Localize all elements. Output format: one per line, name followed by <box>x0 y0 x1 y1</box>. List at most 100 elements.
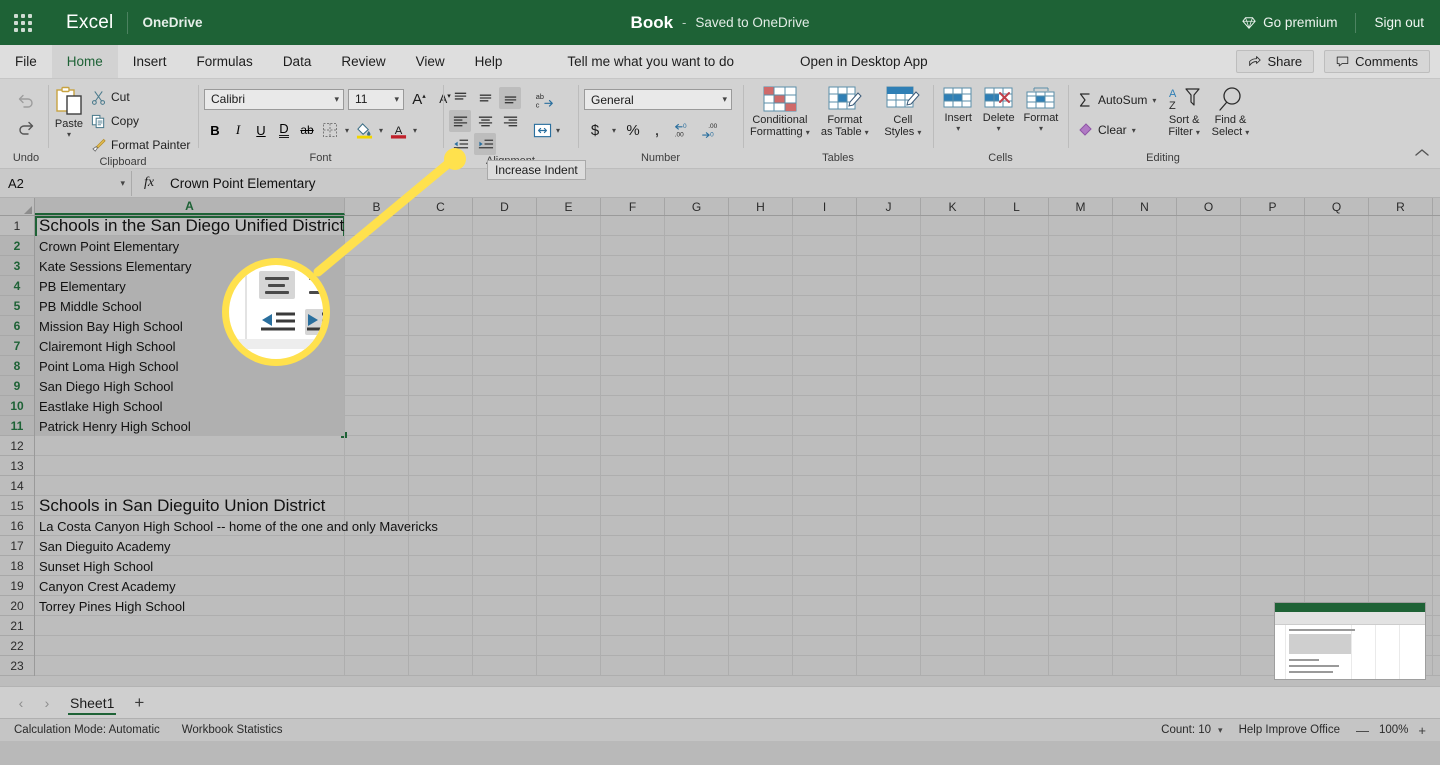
cell-H19[interactable] <box>729 576 793 596</box>
cell-E10[interactable] <box>537 396 601 416</box>
cell-G5[interactable] <box>665 296 729 316</box>
workbook-statistics-button[interactable]: Workbook Statistics <box>182 724 283 736</box>
cell-L12[interactable] <box>985 436 1049 456</box>
cell-A3[interactable]: Kate Sessions Elementary <box>35 256 345 276</box>
cell-O14[interactable] <box>1177 476 1241 496</box>
cell-D15[interactable] <box>473 496 537 516</box>
cell-E5[interactable] <box>537 296 601 316</box>
cell-I23[interactable] <box>793 656 857 676</box>
cell-R19[interactable] <box>1369 576 1433 596</box>
format-as-table-button[interactable]: Format as Table ▾ <box>817 83 873 138</box>
font-color-button[interactable]: A <box>387 119 409 141</box>
cell-E1[interactable] <box>537 216 601 236</box>
cell-O8[interactable] <box>1177 356 1241 376</box>
cell-D20[interactable] <box>473 596 537 616</box>
row-header-19[interactable]: 19 <box>0 576 34 596</box>
cell-D7[interactable] <box>473 336 537 356</box>
cell-Q1[interactable] <box>1305 216 1369 236</box>
count-chevron-down-icon[interactable]: ▾ <box>1218 725 1223 736</box>
cell-Q2[interactable] <box>1305 236 1369 256</box>
row-header-5[interactable]: 5 <box>0 296 34 316</box>
cell-K17[interactable] <box>921 536 985 556</box>
cell-F14[interactable] <box>601 476 665 496</box>
tab-home[interactable]: Home <box>51 45 118 78</box>
cell-E15[interactable] <box>537 496 601 516</box>
cell-M16[interactable] <box>1049 516 1113 536</box>
cell-B3[interactable] <box>345 256 409 276</box>
cell-M21[interactable] <box>1049 616 1113 636</box>
cell-G3[interactable] <box>665 256 729 276</box>
cell-M15[interactable] <box>1049 496 1113 516</box>
font-name-select[interactable]: Calibri ▾ <box>204 88 344 110</box>
cell-R17[interactable] <box>1369 536 1433 556</box>
cell-M23[interactable] <box>1049 656 1113 676</box>
tab-view[interactable]: View <box>401 45 460 78</box>
cell-L4[interactable] <box>985 276 1049 296</box>
cell-B13[interactable] <box>345 456 409 476</box>
cell-I21[interactable] <box>793 616 857 636</box>
column-header-P[interactable]: P <box>1241 198 1305 215</box>
conditional-formatting-button[interactable]: Conditional Formatting ▾ <box>749 83 811 138</box>
cell-O4[interactable] <box>1177 276 1241 296</box>
cell-D18[interactable] <box>473 556 537 576</box>
cell-O18[interactable] <box>1177 556 1241 576</box>
cell-K20[interactable] <box>921 596 985 616</box>
cell-D17[interactable] <box>473 536 537 556</box>
cell-D6[interactable] <box>473 316 537 336</box>
cell-B19[interactable] <box>345 576 409 596</box>
cell-K9[interactable] <box>921 376 985 396</box>
cell-I1[interactable] <box>793 216 857 236</box>
cell-Q16[interactable] <box>1305 516 1369 536</box>
cell-E22[interactable] <box>537 636 601 656</box>
column-header-Q[interactable]: Q <box>1305 198 1369 215</box>
row-header-8[interactable]: 8 <box>0 356 34 376</box>
align-left-button[interactable] <box>449 110 471 132</box>
cell-M19[interactable] <box>1049 576 1113 596</box>
cell-R6[interactable] <box>1369 316 1433 336</box>
cell-R9[interactable] <box>1369 376 1433 396</box>
cell-C3[interactable] <box>409 256 473 276</box>
cell-J6[interactable] <box>857 316 921 336</box>
cell-H12[interactable] <box>729 436 793 456</box>
cell-H3[interactable] <box>729 256 793 276</box>
cell-R13[interactable] <box>1369 456 1433 476</box>
cell-F21[interactable] <box>601 616 665 636</box>
cell-J2[interactable] <box>857 236 921 256</box>
tab-data[interactable]: Data <box>268 45 327 78</box>
cell-E17[interactable] <box>537 536 601 556</box>
cell-R7[interactable] <box>1369 336 1433 356</box>
cell-C12[interactable] <box>409 436 473 456</box>
column-header-J[interactable]: J <box>857 198 921 215</box>
cell-F7[interactable] <box>601 336 665 356</box>
cell-P4[interactable] <box>1241 276 1305 296</box>
tab-file[interactable]: File <box>0 45 52 78</box>
row-header-3[interactable]: 3 <box>0 256 34 276</box>
fill-color-chevron-down-icon[interactable]: ▾ <box>376 126 386 134</box>
cell-F6[interactable] <box>601 316 665 336</box>
cell-H11[interactable] <box>729 416 793 436</box>
autosum-button[interactable]: AutoSum ▾ <box>1074 89 1159 111</box>
cell-Q17[interactable] <box>1305 536 1369 556</box>
column-header-C[interactable]: C <box>409 198 473 215</box>
cell-C6[interactable] <box>409 316 473 336</box>
cell-L23[interactable] <box>985 656 1049 676</box>
paste-chevron-down-icon[interactable]: ▾ <box>67 131 71 139</box>
double-underline-button[interactable]: D <box>273 119 295 141</box>
clear-button[interactable]: Clear ▾ <box>1074 119 1159 141</box>
cell-P9[interactable] <box>1241 376 1305 396</box>
cell-E12[interactable] <box>537 436 601 456</box>
row-header-22[interactable]: 22 <box>0 636 34 656</box>
column-header-H[interactable]: H <box>729 198 793 215</box>
cell-G17[interactable] <box>665 536 729 556</box>
row-header-15[interactable]: 15 <box>0 496 34 516</box>
comments-button[interactable]: Comments <box>1324 50 1430 73</box>
cell-P18[interactable] <box>1241 556 1305 576</box>
cell-L19[interactable] <box>985 576 1049 596</box>
cell-C15[interactable] <box>409 496 473 516</box>
cell-K13[interactable] <box>921 456 985 476</box>
cell-H23[interactable] <box>729 656 793 676</box>
cell-M22[interactable] <box>1049 636 1113 656</box>
cell-K10[interactable] <box>921 396 985 416</box>
cell-R14[interactable] <box>1369 476 1433 496</box>
cell-N23[interactable] <box>1113 656 1177 676</box>
